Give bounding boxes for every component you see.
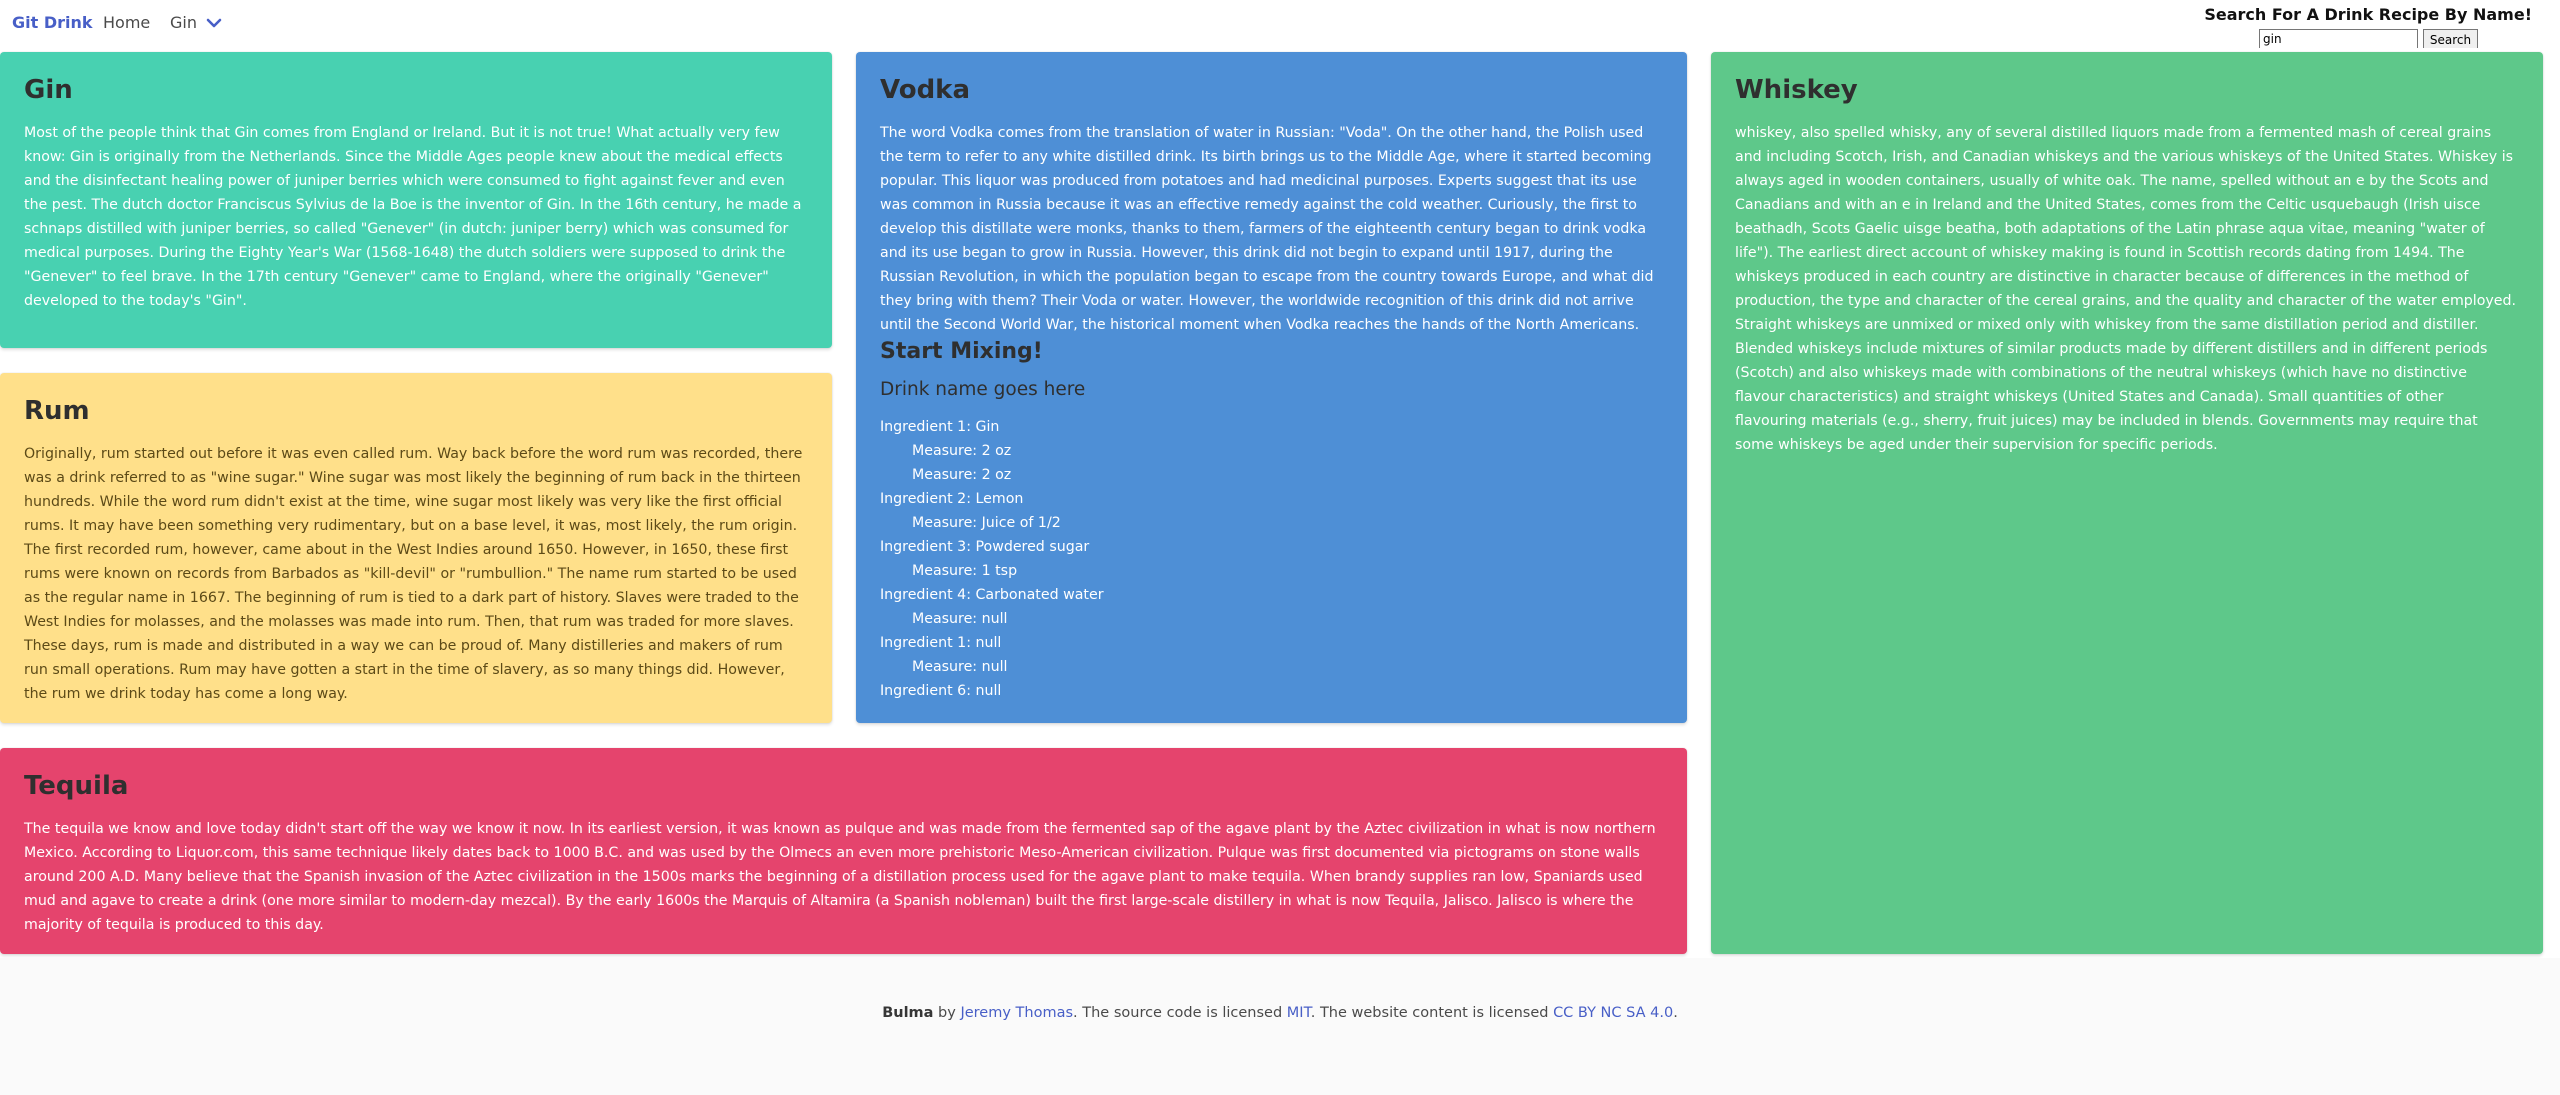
ingredient-label: Ingredient 6: null [880,682,1002,699]
nav-gin-label: Gin [170,13,197,32]
footer-mit-link[interactable]: MIT [1287,1005,1311,1021]
nav-gin-dropdown[interactable]: Gin [170,13,223,32]
tequila-title: Tequila [24,771,129,801]
rum-card: Rum Originally, rum started out before i… [0,373,832,723]
ingredient-label: Ingredient 1: Gin [880,418,1000,435]
footer-text-1: . The source code is licensed [1073,1005,1287,1021]
gin-text: Most of the people think that Gin comes … [24,124,802,309]
whiskey-title: Whiskey [1735,75,1858,105]
ingredient-label: Ingredient 2: Lemon [880,490,1024,507]
ingredient-measure: Measure: null [912,610,1008,627]
gin-title: Gin [24,75,73,105]
footer-text-end: . [1673,1005,1678,1021]
tequila-text: The tequila we know and love today didn'… [24,820,1656,933]
nav-home-link[interactable]: Home [103,13,150,32]
tequila-card: Tequila The tequila we know and love tod… [0,748,1687,954]
ingredient-measure: Measure: Juice of 1/2 [912,514,1061,531]
ingredient-measure: Measure: 1 tsp [912,562,1018,579]
ingredient-list: Ingredient 1: Gin Measure: 2 oz Measure:… [880,415,1663,703]
footer-by: by [933,1005,961,1021]
whiskey-card: Whiskey whiskey, also spelled whisky, an… [1711,52,2543,954]
footer-cc-link[interactable]: CC BY NC SA 4.0 [1553,1005,1673,1021]
vodka-card: Vodka The word Vodka comes from the tran… [856,52,1687,723]
search-heading: Search For A Drink Recipe By Name! [2204,5,2532,24]
vodka-text: The word Vodka comes from the translatio… [880,124,1654,333]
ingredient-measure: Measure: null [912,658,1008,675]
brand-link[interactable]: Git Drink [12,13,93,32]
drink-name-heading: Drink name goes here [880,378,1086,400]
footer-text-2: . The website content is licensed [1310,1005,1554,1021]
ingredient-label: Ingredient 3: Powdered sugar [880,538,1090,555]
ingredient-measure: Measure: 2 oz [912,466,1012,483]
footer-bulma: Bulma [882,1005,934,1021]
search-button[interactable]: Search [2423,29,2478,50]
ingredient-label: Ingredient 1: null [880,634,1002,651]
ingredient-label: Ingredient 4: Carbonated water [880,586,1104,603]
footer-author-link[interactable]: Jeremy Thomas [960,1005,1073,1021]
vodka-title: Vodka [880,75,971,105]
ingredient-measure: Measure: 2 oz [912,442,1012,459]
footer: Bulma by Jeremy Thomas. The source code … [0,958,2560,1095]
navbar: Git Drink Home Gin Search For A Drink Re… [0,0,2560,50]
chevron-down-icon [206,18,222,27]
rum-text: Originally, rum started out before it wa… [24,445,803,702]
footer-credits: Bulma by Jeremy Thomas. The source code … [0,1005,2560,1021]
rum-title: Rum [24,396,90,426]
gin-card: Gin Most of the people think that Gin co… [0,52,832,348]
search-input[interactable] [2259,29,2418,49]
whiskey-text: whiskey, also spelled whisky, any of sev… [1735,124,2517,453]
start-mixing-heading: Start Mixing! [880,338,1043,364]
